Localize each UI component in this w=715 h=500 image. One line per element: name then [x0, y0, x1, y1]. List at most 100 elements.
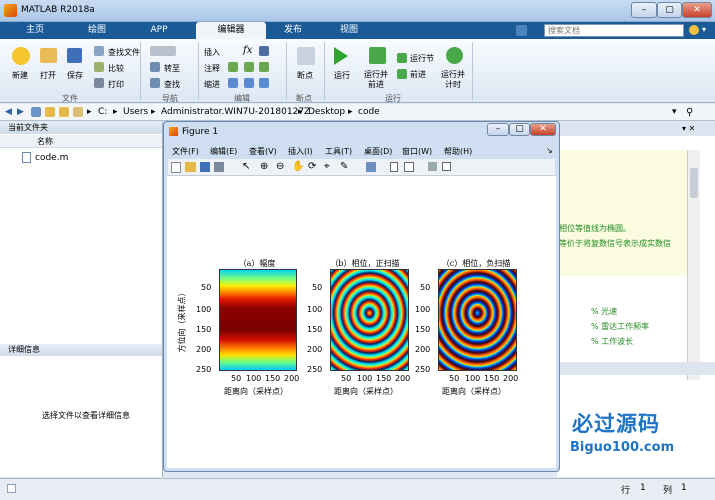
minimize-button[interactable]: –	[631, 2, 657, 18]
divider	[472, 42, 473, 100]
menu-window[interactable]: 窗口(W)	[402, 146, 432, 157]
smart-indent-icon[interactable]	[228, 78, 238, 88]
figure-toolbar: ↖ ⊕ ⊖ ✋ ⟳ ⌖ ✎	[168, 159, 555, 176]
column-header[interactable]: 名称	[0, 135, 162, 148]
print-button[interactable]: 打印	[108, 79, 124, 90]
panel-actions-icon[interactable]: ▾ ✕	[682, 124, 695, 133]
x-axis-label: 距离向（采样点）	[334, 387, 398, 396]
tab-view[interactable]: 视图	[318, 22, 380, 39]
tab-plots[interactable]: 绘图	[66, 22, 128, 39]
breadcrumb-drive[interactable]: C:	[98, 107, 107, 117]
menu-help[interactable]: 帮助(H)	[444, 146, 472, 157]
rotate-icon[interactable]: ⟳	[308, 161, 316, 172]
maximize-button[interactable]: ▢	[657, 2, 682, 18]
decrease-indent-icon[interactable]	[259, 78, 269, 88]
divider	[198, 42, 199, 100]
figure-menubar: 文件(F) 编辑(E) 查看(V) 插入(I) 工具(T) 桌面(D) 窗口(W…	[168, 144, 555, 159]
browse-folder-icon[interactable]	[45, 107, 55, 117]
wrap-comment-icon[interactable]	[259, 62, 269, 72]
figure-minimize-button[interactable]: –	[487, 123, 509, 136]
save-button[interactable]: 保存	[67, 70, 83, 81]
hide-plot-tools-icon[interactable]	[428, 162, 437, 171]
menu-file[interactable]: 文件(F)	[172, 146, 199, 157]
quick-access-icon[interactable]	[516, 25, 527, 36]
uncomment-icon[interactable]	[244, 62, 254, 72]
address-bar: ◀ ▶ ▸ C: ▸ Users ▸ Administrator.WIN7U-2…	[0, 104, 715, 121]
close-button[interactable]: ✕	[682, 2, 712, 18]
amplitude-image[interactable]	[219, 269, 297, 371]
menu-tools[interactable]: 工具(T)	[325, 146, 352, 157]
open-button[interactable]: 打开	[40, 70, 56, 81]
breadcrumb-users[interactable]: Users	[123, 107, 148, 117]
zoom-out-icon[interactable]: ⊖	[276, 161, 284, 172]
goto-button[interactable]: 转至	[164, 63, 180, 74]
scrollbar[interactable]	[687, 150, 700, 380]
y-axis-label: 方位向（采样点）	[177, 288, 187, 353]
run-advance-button[interactable]: 运行并 前进	[364, 70, 388, 90]
file-item[interactable]: code.m	[35, 153, 68, 163]
phase-negative-image[interactable]	[438, 269, 517, 371]
scrollbar-thumb[interactable]	[690, 168, 698, 198]
up-folder-icon[interactable]	[31, 107, 41, 117]
breakpoints-button[interactable]: 断点	[297, 70, 313, 81]
collapse-ribbon-icon[interactable]: ▾	[702, 25, 706, 34]
status-bar: 行 1 列 1	[0, 478, 715, 500]
advance-button[interactable]: 前进	[410, 69, 426, 80]
forward-icon[interactable]: ▶	[17, 107, 24, 117]
colorbar-icon[interactable]	[390, 162, 398, 172]
insert-button[interactable]: 插入	[204, 47, 220, 58]
tab-editor[interactable]: 编辑器	[196, 22, 266, 39]
run-section-button[interactable]: 运行节	[410, 53, 434, 64]
print-figure-icon[interactable]	[214, 162, 224, 172]
find-file-button[interactable]: 查找文件	[108, 47, 140, 58]
search-input[interactable]: 搜索文档	[544, 24, 684, 37]
find-button[interactable]: 查找	[164, 79, 180, 90]
increase-indent-icon[interactable]	[244, 78, 254, 88]
community-icon[interactable]	[689, 25, 699, 35]
save-figure-icon[interactable]	[200, 162, 210, 172]
breadcrumb-user[interactable]: Administrator.WIN7U-20180127Z	[161, 107, 310, 117]
comment-button[interactable]: 注释	[204, 63, 220, 74]
brush-icon[interactable]: ✎	[340, 161, 348, 172]
back-forward-icon[interactable]	[150, 46, 176, 56]
figure-window: Figure 1 – ▢ ✕ 文件(F) 编辑(E) 查看(V) 插入(I) 工…	[163, 121, 560, 472]
link-plot-icon[interactable]	[366, 162, 376, 172]
menu-view[interactable]: 查看(V)	[249, 146, 277, 157]
zoom-in-icon[interactable]: ⊕	[260, 161, 268, 172]
pointer-icon[interactable]: ↖	[242, 161, 250, 172]
breadcrumb-code[interactable]: code	[358, 107, 380, 117]
comment-icon[interactable]	[228, 62, 238, 72]
tab-home[interactable]: 主页	[4, 22, 66, 39]
data-cursor-icon[interactable]: ⌖	[324, 161, 330, 172]
legend-icon[interactable]	[404, 162, 414, 172]
dock-icon[interactable]: ↘	[546, 146, 553, 155]
address-dropdown-icon[interactable]: ▾	[672, 107, 677, 117]
x-tick: 200	[503, 374, 519, 383]
show-plot-tools-icon[interactable]	[442, 162, 451, 171]
folder-icon[interactable]	[59, 107, 69, 117]
menu-edit[interactable]: 编辑(E)	[210, 146, 237, 157]
figure-maximize-button[interactable]: ▢	[509, 123, 530, 136]
phase-positive-image[interactable]	[330, 269, 409, 371]
new-figure-icon[interactable]	[171, 162, 181, 173]
pan-icon[interactable]: ✋	[292, 161, 304, 172]
figure-close-button[interactable]: ✕	[530, 123, 556, 136]
command-window-header	[557, 362, 715, 375]
menu-desktop[interactable]: 桌面(D)	[364, 146, 392, 157]
indent-button[interactable]: 缩进	[204, 79, 220, 90]
open-folder-icon	[40, 48, 57, 63]
open-file-icon[interactable]	[185, 162, 196, 172]
tab-apps[interactable]: APP	[128, 22, 190, 39]
back-icon[interactable]: ◀	[5, 107, 12, 117]
fx-button[interactable]: fx	[243, 45, 252, 56]
divider	[140, 42, 141, 100]
breadcrumb-desktop[interactable]: Desktop	[308, 107, 345, 117]
menu-insert[interactable]: 插入(I)	[288, 146, 313, 157]
tab-publish[interactable]: 发布	[262, 22, 324, 39]
run-and-time-button[interactable]: 运行并 计时	[441, 70, 465, 90]
insert-function-icon[interactable]	[259, 46, 269, 56]
compare-button[interactable]: 比较	[108, 63, 124, 74]
new-button[interactable]: 新建	[12, 70, 28, 81]
search-folder-icon[interactable]: ⚲	[686, 107, 693, 118]
run-button[interactable]: 运行	[334, 70, 350, 81]
